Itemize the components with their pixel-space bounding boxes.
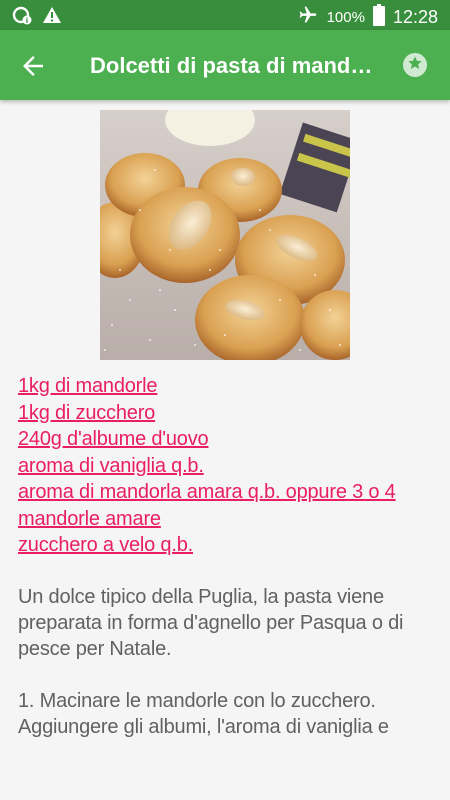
- recipe-step: 1. Macinare le mandorle con lo zucchero.…: [18, 690, 389, 738]
- page-title: Dolcetti di pasta di mandorle: [90, 53, 378, 78]
- ingredient-list: 1kg di mandorle 1kg di zucchero 240g d'a…: [18, 373, 448, 559]
- back-button[interactable]: [18, 51, 48, 81]
- app-bar: Dolcetti di pasta di mandorle: [0, 30, 450, 100]
- status-bar: i 100% 12:28: [0, 0, 450, 30]
- ingredient-link[interactable]: 1kg di zucchero: [18, 400, 448, 427]
- favorite-button[interactable]: [403, 53, 427, 77]
- recipe-description: Un dolce tipico della Puglia, la pasta v…: [18, 586, 404, 660]
- ingredient-link[interactable]: 1kg di mandorle: [18, 373, 448, 400]
- ingredient-link[interactable]: aroma di vaniglia q.b.: [18, 453, 448, 480]
- star-icon: [407, 55, 423, 76]
- data-saver-icon: i: [12, 5, 32, 30]
- battery-level: 100%: [326, 8, 365, 26]
- airplane-mode-icon: [297, 5, 319, 29]
- back-arrow-icon: [18, 56, 48, 85]
- clock: 12:28: [392, 6, 438, 27]
- ingredient-link[interactable]: 240g d'albume d'uovo: [18, 426, 448, 453]
- recipe-photo: [100, 110, 350, 360]
- svg-text:i: i: [26, 17, 28, 25]
- battery-icon: [372, 4, 385, 30]
- warning-icon: [42, 6, 62, 29]
- ingredient-link[interactable]: zucchero a velo q.b.: [18, 532, 448, 559]
- ingredient-link[interactable]: aroma di mandorla amara q.b. oppure 3 o …: [18, 479, 448, 532]
- recipe-content[interactable]: 1kg di mandorle 1kg di zucchero 240g d'a…: [0, 100, 450, 800]
